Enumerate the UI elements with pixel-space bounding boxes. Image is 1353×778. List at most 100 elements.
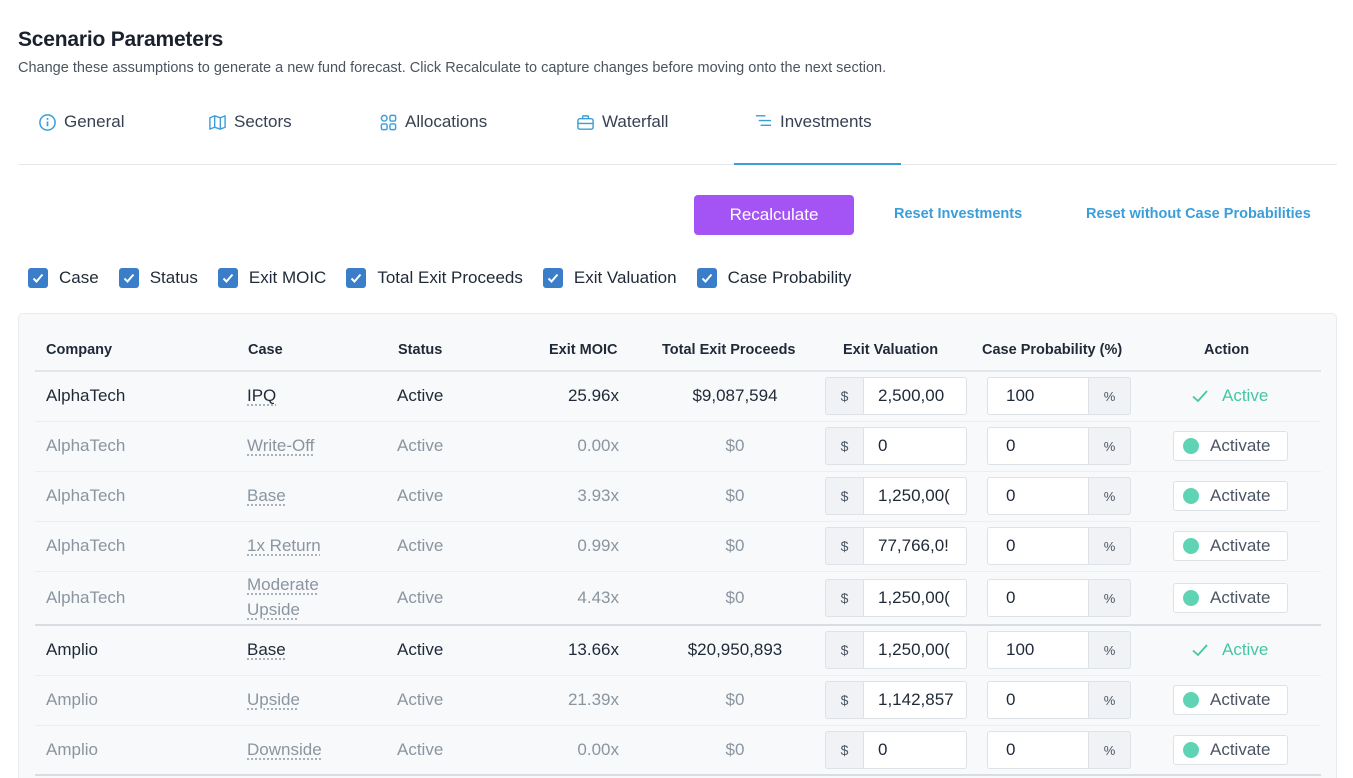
filter-status[interactable]: Status — [119, 268, 198, 288]
proceeds-cell: $0 — [655, 690, 815, 710]
activate-label: Activate — [1210, 588, 1270, 608]
exit-valuation-input[interactable]: 1,142,857 — [863, 681, 967, 719]
activate-label: Activate — [1210, 486, 1270, 506]
case-cell[interactable]: Downside — [247, 740, 322, 760]
case-cell[interactable]: Base — [247, 486, 286, 506]
case-probability-input[interactable]: 100 — [987, 631, 1089, 669]
status-dot-icon — [1183, 742, 1199, 758]
proceeds-cell: $0 — [655, 588, 815, 608]
column-header-total-exit-proceeds: Total Exit Proceeds — [662, 342, 796, 358]
proceeds-cell: $0 — [655, 740, 815, 760]
moic-cell: 25.96x — [519, 386, 619, 406]
column-header-exit-valuation: Exit Valuation — [843, 342, 938, 358]
percent-addon: % — [1089, 377, 1131, 415]
exit-valuation-input[interactable]: 77,766,0! — [863, 527, 967, 565]
filter-status-label: Status — [150, 268, 198, 288]
case-cell-line-2[interactable]: Upside — [247, 600, 300, 620]
tab-allocations[interactable]: Allocations — [379, 96, 487, 164]
filter-case-probability[interactable]: Case Probability — [697, 268, 852, 288]
dollar-addon: $ — [825, 731, 863, 769]
table-row: AlphaTech 1x Return Active 0.99x $0 $77,… — [35, 522, 1321, 572]
filter-exit-moic-label: Exit MOIC — [249, 268, 326, 288]
tab-investments[interactable]: Investments — [734, 96, 901, 165]
activate-button[interactable]: Activate — [1173, 583, 1288, 613]
case-probability-field: 0% — [987, 527, 1131, 565]
tab-sectors[interactable]: Sectors — [208, 96, 292, 164]
activate-button[interactable]: Activate — [1173, 735, 1288, 765]
case-cell[interactable]: Write-Off — [247, 436, 314, 456]
checkbox-checked-icon[interactable] — [543, 268, 563, 288]
filter-exit-moic[interactable]: Exit MOIC — [218, 268, 326, 288]
exit-valuation-field: $1,250,00( — [825, 631, 967, 669]
moic-cell: 0.99x — [519, 536, 619, 556]
status-dot-icon — [1183, 590, 1199, 606]
exit-valuation-input[interactable]: 1,250,00( — [863, 631, 967, 669]
tab-sectors-label: Sectors — [234, 112, 292, 132]
exit-valuation-field: $0 — [825, 427, 967, 465]
check-icon — [1190, 640, 1210, 660]
case-probability-field: 0% — [987, 731, 1131, 769]
activate-label: Activate — [1210, 740, 1270, 760]
case-probability-input[interactable]: 0 — [987, 527, 1089, 565]
activate-button[interactable]: Activate — [1173, 431, 1288, 461]
case-cell[interactable]: Base — [247, 640, 286, 660]
checkbox-checked-icon[interactable] — [697, 268, 717, 288]
activate-button[interactable]: Activate — [1173, 531, 1288, 561]
column-header-case-probability: Case Probability (%) — [982, 342, 1122, 358]
exit-valuation-input[interactable]: 1,250,00( — [863, 477, 967, 515]
case-cell[interactable]: IPQ — [247, 386, 276, 406]
exit-valuation-input[interactable]: 0 — [863, 427, 967, 465]
activate-button[interactable]: Activate — [1173, 481, 1288, 511]
case-probability-field: 100% — [987, 377, 1131, 415]
table-row: AlphaTech Base Active 3.93x $0 $1,250,00… — [35, 472, 1321, 522]
filter-case[interactable]: Case — [28, 268, 99, 288]
table-row: AlphaTech Write-Off Active 0.00x $0 $0 0… — [35, 422, 1321, 472]
recalculate-button[interactable]: Recalculate — [694, 195, 854, 235]
reset-investments-link[interactable]: Reset Investments — [894, 206, 1022, 222]
case-cell[interactable]: 1x Return — [247, 536, 321, 556]
tab-allocations-label: Allocations — [405, 112, 487, 132]
case-probability-input[interactable]: 0 — [987, 427, 1089, 465]
case-probability-input[interactable]: 0 — [987, 579, 1089, 617]
company-cell: AlphaTech — [46, 386, 125, 406]
percent-addon: % — [1089, 477, 1131, 515]
status-cell: Active — [397, 386, 443, 406]
column-header-company: Company — [46, 342, 112, 358]
map-icon — [208, 113, 227, 132]
activate-button[interactable]: Activate — [1173, 685, 1288, 715]
checkbox-checked-icon[interactable] — [28, 268, 48, 288]
dollar-addon: $ — [825, 527, 863, 565]
company-cell: Amplio — [46, 640, 98, 660]
case-probability-input[interactable]: 0 — [987, 477, 1089, 515]
activate-label: Activate — [1210, 536, 1270, 556]
tab-waterfall[interactable]: Waterfall — [576, 96, 668, 164]
case-probability-input[interactable]: 0 — [987, 731, 1089, 769]
case-cell[interactable]: Upside — [247, 690, 300, 710]
exit-valuation-input[interactable]: 2,500,00 — [863, 377, 967, 415]
checkbox-checked-icon[interactable] — [119, 268, 139, 288]
reset-without-probabilities-link[interactable]: Reset without Case Probabilities — [1086, 206, 1311, 222]
exit-valuation-input[interactable]: 1,250,00( — [863, 579, 967, 617]
company-cell: AlphaTech — [46, 536, 125, 556]
case-probability-input[interactable]: 0 — [987, 681, 1089, 719]
filter-total-exit-proceeds[interactable]: Total Exit Proceeds — [346, 268, 523, 288]
page-header: Scenario Parameters Change these assumpt… — [18, 28, 886, 76]
case-cell-line-1[interactable]: Moderate — [247, 575, 319, 595]
case-probability-input[interactable]: 100 — [987, 377, 1089, 415]
column-filters: Case Status Exit MOIC Total Exit Proceed… — [28, 268, 871, 288]
filter-exit-valuation[interactable]: Exit Valuation — [543, 268, 677, 288]
tab-general-label: General — [64, 112, 124, 132]
percent-addon: % — [1089, 631, 1131, 669]
exit-valuation-field: $77,766,0! — [825, 527, 967, 565]
moic-cell: 21.39x — [519, 690, 619, 710]
table-row: Amplio Base Active 13.66x $20,950,893 $1… — [35, 626, 1321, 676]
active-label: Active — [1222, 386, 1268, 406]
checkbox-checked-icon[interactable] — [346, 268, 366, 288]
company-cell: AlphaTech — [46, 486, 125, 506]
checkbox-checked-icon[interactable] — [218, 268, 238, 288]
tab-general[interactable]: General — [38, 96, 124, 164]
exit-valuation-input[interactable]: 0 — [863, 731, 967, 769]
investments-table: Company Case Status Exit MOIC Total Exit… — [18, 313, 1337, 778]
moic-cell: 13.66x — [519, 640, 619, 660]
status-dot-icon — [1183, 538, 1199, 554]
